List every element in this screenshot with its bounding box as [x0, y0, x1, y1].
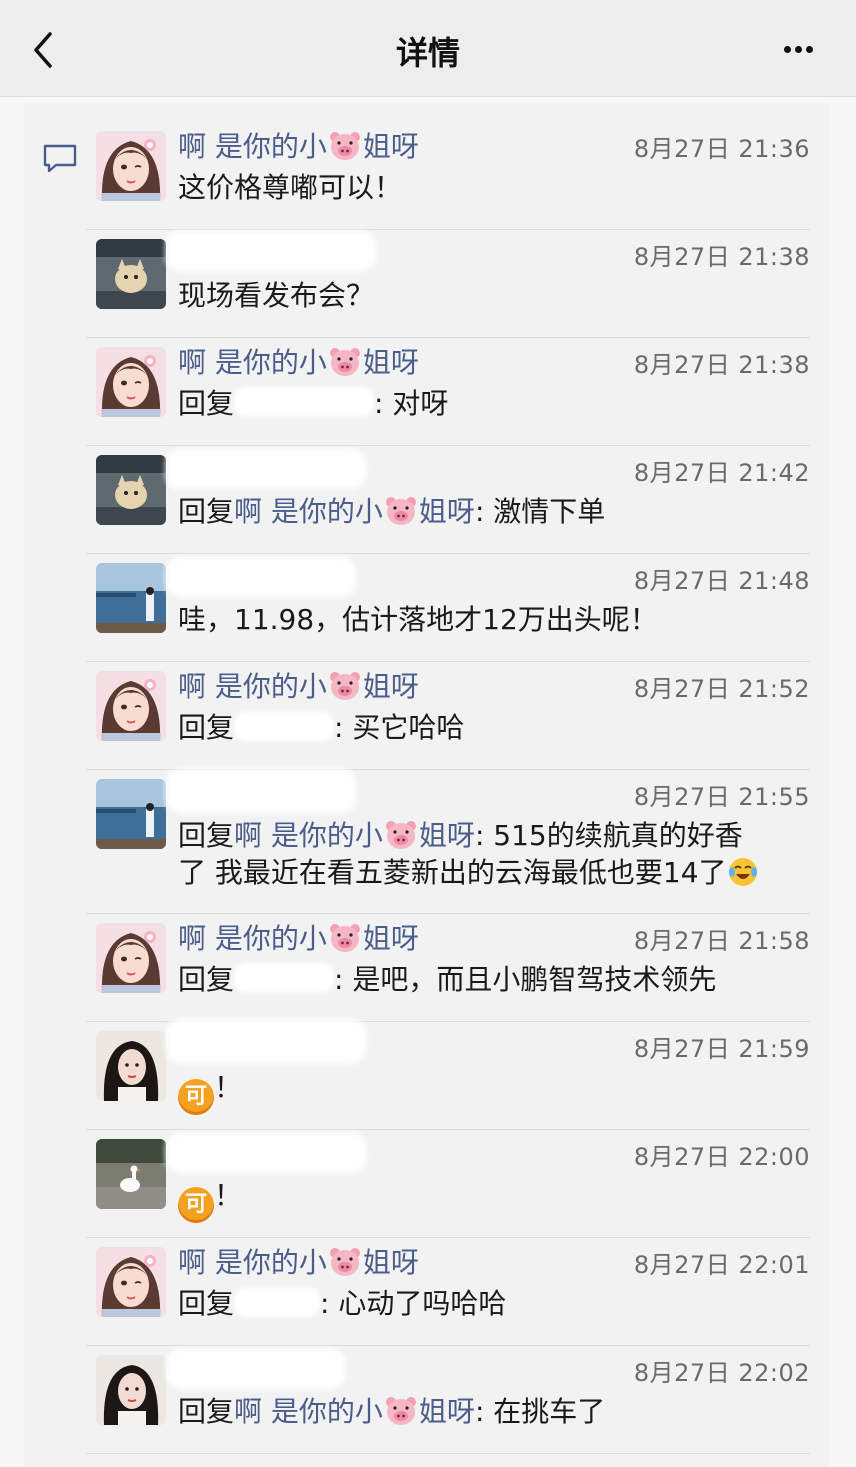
comment-text: 哇，11.98，估计落地才12万出头呢！ — [178, 603, 658, 636]
avatar[interactable] — [96, 671, 166, 741]
comment-text: 可！ — [178, 1177, 818, 1223]
comment-text: 回复: 心动了吗哈哈 — [178, 1287, 507, 1320]
divider — [86, 553, 810, 554]
redacted-name — [166, 449, 366, 489]
pig-emoji-icon — [385, 496, 417, 526]
ke-emoji-icon: 可 — [178, 1079, 214, 1115]
comment-text: 现场看发布会？ — [178, 279, 375, 312]
comment-text: 回复啊 是你的小 姐呀: 激情下单 — [178, 495, 606, 528]
avatar[interactable] — [96, 1355, 166, 1425]
comment-text: 回复: 对呀 — [178, 387, 449, 420]
pig-emoji-icon — [329, 131, 361, 161]
comment-list: 啊 是你的小 姐呀 8月27日 21:36 这价格尊嘟可以！ 8月27日 21:3… — [24, 103, 830, 1467]
pig-emoji-icon — [385, 1396, 417, 1426]
comment-time: 8月27日 21:52 — [633, 675, 810, 703]
divider — [86, 913, 810, 914]
comment-item[interactable]: 8月27日 22:02 回复啊 是你的小 姐呀: 在挑车了 — [86, 1349, 810, 1435]
comment-item[interactable]: 啊 是你的小 姐呀 8月27日 22:01 回复: 心动了吗哈哈 — [86, 1246, 810, 1327]
comment-item[interactable]: 啊 是你的小 姐呀 8月27日 21:52 回复: 买它哈哈 — [86, 670, 810, 751]
comment-item[interactable]: 8月27日 21:55 回复啊 是你的小 姐呀: 515的续航真的好香了 我最近在… — [86, 769, 810, 899]
avatar[interactable] — [96, 1247, 166, 1317]
redacted-name — [166, 769, 356, 813]
divider — [86, 1237, 810, 1238]
pig-emoji-icon — [329, 923, 361, 953]
comment-time: 8月27日 21:55 — [633, 783, 810, 811]
pig-emoji-icon — [329, 1247, 361, 1277]
comment-item[interactable]: 8月27日 21:38 现场看发布会？ — [86, 231, 810, 319]
pig-emoji-icon — [329, 347, 361, 377]
redacted-name — [166, 1133, 366, 1173]
more-options-icon[interactable] — [782, 38, 826, 62]
navigation-bar: 详情 — [0, 0, 856, 97]
commenter-name[interactable]: 啊 是你的小 姐呀 — [178, 1241, 419, 1281]
comment-item[interactable]: 啊 是你的小 姐呀 8月27日 21:38 回复: 对呀 — [86, 346, 810, 427]
comment-time: 8月27日 21:48 — [633, 567, 810, 595]
reply-name[interactable]: 啊 是你的小 姐呀 — [234, 1395, 475, 1428]
comment-time: 8月27日 22:02 — [633, 1359, 810, 1387]
page-title: 详情 — [395, 34, 460, 72]
divider — [86, 1345, 810, 1346]
avatar[interactable] — [96, 455, 166, 525]
avatar[interactable] — [96, 131, 166, 201]
comment-text: 这价格尊嘟可以！ — [178, 171, 403, 204]
avatar[interactable] — [96, 563, 166, 633]
comment-time: 8月27日 21:38 — [633, 243, 810, 271]
redacted-name — [166, 231, 376, 271]
comment-text: 回复: 是吧，而且小鹏智驾技术领先 — [178, 963, 717, 996]
reply-name[interactable]: 啊 是你的小 姐呀 — [234, 819, 475, 852]
divider — [86, 1453, 810, 1454]
divider — [86, 337, 810, 338]
redacted-reply-name — [234, 711, 335, 741]
divider — [86, 661, 810, 662]
comment-item[interactable]: 8月27日 21:59 可！ — [86, 1019, 810, 1115]
comment-time: 8月27日 21:42 — [633, 459, 810, 487]
comment-text: 回复: 买它哈哈 — [178, 711, 465, 744]
redacted-name — [166, 557, 356, 597]
redacted-reply-name — [234, 963, 335, 993]
comment-time: 8月27日 21:36 — [633, 135, 810, 163]
pig-emoji-icon — [385, 820, 417, 850]
comment-item[interactable]: 8月27日 22:00 可！ — [86, 1133, 810, 1223]
comment-item[interactable]: 8月27日 21:42 回复啊 是你的小 姐呀: 激情下单 — [86, 449, 810, 535]
avatar[interactable] — [96, 1139, 166, 1209]
avatar[interactable] — [96, 779, 166, 849]
comment-item[interactable]: 啊 是你的小 姐呀 8月27日 21:36 这价格尊嘟可以！ — [86, 130, 810, 211]
comment-item[interactable]: 啊 是你的小 姐呀 8月27日 21:58 回复: 是吧，而且小鹏智驾技术领先 — [86, 922, 810, 1003]
comment-time: 8月27日 21:58 — [633, 927, 810, 955]
divider — [86, 1129, 810, 1130]
commenter-name[interactable]: 啊 是你的小 姐呀 — [178, 341, 419, 381]
avatar[interactable] — [96, 923, 166, 993]
comment-text: 可！ — [178, 1069, 818, 1115]
reply-name[interactable]: 啊 是你的小 姐呀 — [234, 495, 475, 528]
comment-text: 回复啊 是你的小 姐呀: 在挑车了 — [178, 1395, 606, 1428]
comment-icon — [43, 144, 77, 173]
comment-time: 8月27日 22:01 — [633, 1251, 810, 1279]
avatar[interactable] — [96, 347, 166, 417]
divider — [86, 229, 810, 230]
commenter-name[interactable]: 啊 是你的小 姐呀 — [178, 917, 419, 957]
comment-time: 8月27日 21:38 — [633, 351, 810, 379]
avatar[interactable] — [96, 239, 166, 309]
redacted-name — [166, 1019, 366, 1063]
ke-emoji-icon: 可 — [178, 1187, 214, 1223]
redacted-name — [166, 1349, 346, 1389]
comment-time: 8月27日 22:00 — [633, 1143, 810, 1171]
commenter-name[interactable]: 啊 是你的小 姐呀 — [178, 665, 419, 705]
avatar[interactable] — [96, 1031, 166, 1101]
comment-text: 回复啊 是你的小 姐呀: 515的续航真的好香了 我最近在看五菱新出的云海最低也要… — [178, 817, 828, 891]
redacted-reply-name — [234, 1287, 321, 1317]
comment-time: 8月27日 21:59 — [633, 1035, 810, 1063]
divider — [86, 445, 810, 446]
laughing-crying-emoji-icon — [728, 858, 757, 886]
comment-item[interactable]: 8月27日 21:48 哇，11.98，估计落地才12万出头呢！ — [86, 557, 810, 643]
commenter-name[interactable]: 啊 是你的小 姐呀 — [178, 125, 419, 165]
redacted-reply-name — [234, 387, 375, 417]
pig-emoji-icon — [329, 671, 361, 701]
